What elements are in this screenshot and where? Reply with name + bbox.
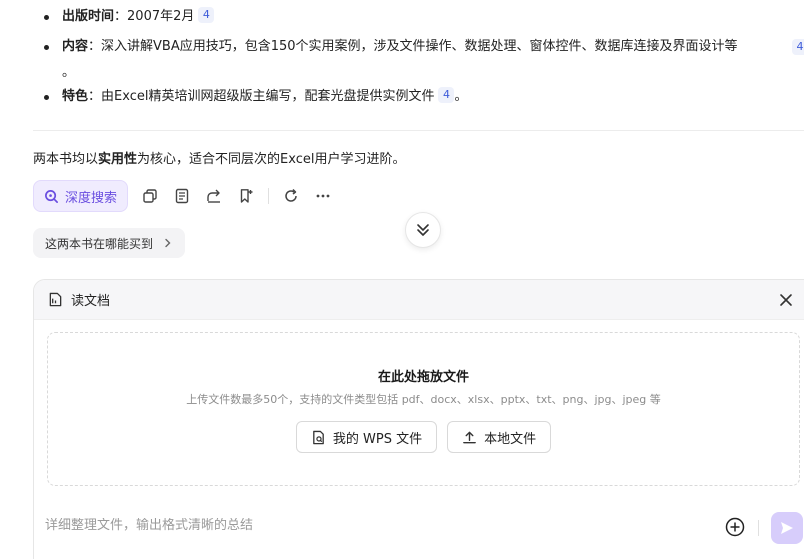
- list-item: 特色：由Excel精英培训网超级版主编写，配套光盘提供实例文件 4。: [40, 84, 467, 110]
- bullet-text: 2007年2月: [127, 9, 195, 24]
- bookmark-icon: [240, 189, 253, 203]
- list-item: 出版时间：2007年2月 4: [40, 4, 215, 30]
- read-document-panel: 读文档 在此处拖放文件 上传文件数最多50个，支持的文件类型包括 pdf、doc…: [33, 279, 804, 559]
- share-icon: [207, 189, 221, 203]
- copy-button[interactable]: [134, 180, 166, 212]
- deep-search-icon: [45, 189, 58, 203]
- export-doc-button[interactable]: [166, 180, 198, 212]
- citation-badge[interactable]: 4: [198, 7, 215, 23]
- wps-file-icon: [313, 430, 324, 444]
- my-wps-files-button[interactable]: 我的 WPS 文件: [295, 421, 438, 453]
- add-attachment-button[interactable]: [724, 516, 746, 538]
- citation-badge[interactable]: 4: [792, 39, 804, 55]
- regenerate-button[interactable]: [275, 180, 307, 212]
- upload-button-group: 我的 WPS 文件 本地文件: [48, 421, 799, 453]
- panel-title: 读文档: [71, 294, 111, 309]
- bullet-tail: 。: [454, 89, 468, 104]
- drop-zone-title: 在此处拖放文件: [377, 370, 469, 385]
- citation-badge[interactable]: 4: [438, 87, 455, 103]
- deep-search-button[interactable]: 深度搜索: [33, 180, 129, 212]
- bullet-tail: 。: [62, 65, 76, 80]
- suggested-question-label: 这两本书在哪能买到: [45, 236, 154, 251]
- bullet-text: 由Excel精英培训网超级版主编写，配套光盘提供实例文件: [101, 89, 435, 104]
- deep-search-label: 深度搜索: [65, 190, 118, 206]
- document-icon: [175, 188, 189, 204]
- read-document-icon: [49, 292, 62, 307]
- list-item: 内容：深入讲解VBA应用技巧，包含150个实用案例，涉及文件操作、数据处理、窗体…: [40, 34, 804, 80]
- chat-input[interactable]: [45, 518, 705, 533]
- drop-zone-subtitle: 上传文件数最多50个，支持的文件类型包括 pdf、docx、xlsx、pptx、…: [186, 393, 661, 406]
- my-wps-files-label: 我的 WPS 文件: [332, 431, 423, 447]
- suggested-question-chip[interactable]: 这两本书在哪能买到: [33, 228, 186, 258]
- toolbar-divider: [268, 188, 270, 204]
- copy-icon: [143, 189, 157, 203]
- double-chevron-down-icon: [417, 224, 429, 236]
- close-icon: [780, 294, 792, 306]
- scroll-to-bottom-button[interactable]: [405, 212, 441, 248]
- divider: [33, 130, 804, 131]
- message-action-bar: 深度搜索: [33, 180, 339, 212]
- bullet-label: 出版时间: [62, 9, 115, 24]
- share-button[interactable]: [198, 180, 230, 212]
- summary-text: 两本书均以实用性为核心，适合不同层次的Excel用户学习进阶。: [33, 152, 406, 167]
- chevron-right-icon: [165, 238, 171, 248]
- input-divider: [758, 520, 759, 536]
- plus-circle-icon: [725, 517, 745, 537]
- send-button[interactable]: [771, 512, 803, 544]
- bullet-label: 特色: [62, 89, 89, 104]
- refresh-icon: [285, 188, 297, 202]
- chat-input-row: [34, 512, 804, 544]
- local-file-label: 本地文件: [484, 431, 537, 447]
- bookmark-button[interactable]: [230, 180, 262, 212]
- file-drop-zone[interactable]: 在此处拖放文件 上传文件数最多50个，支持的文件类型包括 pdf、docx、xl…: [47, 332, 800, 486]
- send-icon: [781, 522, 793, 534]
- bullet-text: 深入讲解VBA应用技巧，包含150个实用案例，涉及文件操作、数据处理、窗体控件、…: [101, 39, 738, 54]
- upload-icon: [463, 431, 476, 443]
- close-panel-button[interactable]: [776, 290, 796, 310]
- more-button[interactable]: [307, 180, 339, 212]
- more-icon: [316, 194, 330, 198]
- panel-header: 读文档: [34, 280, 804, 320]
- local-file-button[interactable]: 本地文件: [447, 421, 552, 453]
- bullet-label: 内容: [62, 39, 89, 54]
